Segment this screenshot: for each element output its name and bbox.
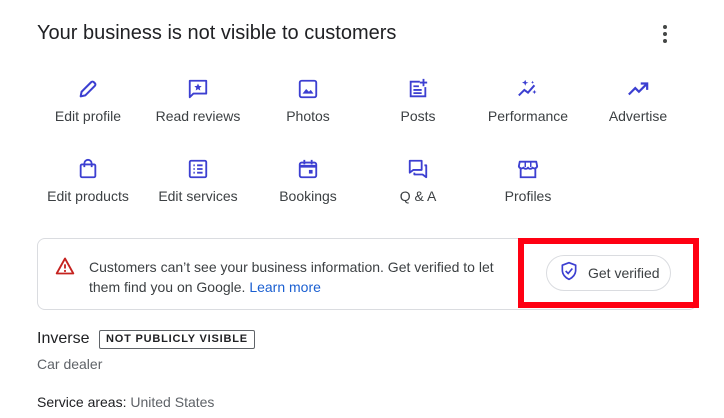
warning-triangle-icon — [55, 256, 75, 276]
chat-bubbles-icon — [406, 157, 430, 181]
action-label: Edit profile — [54, 108, 122, 124]
edit-products-button[interactable]: Edit products — [33, 157, 143, 204]
action-label: Posts — [400, 108, 436, 124]
post-add-icon — [406, 77, 430, 101]
bookings-button[interactable]: Bookings — [253, 157, 363, 204]
more-vert-icon[interactable] — [654, 22, 676, 46]
action-label: Edit products — [47, 188, 129, 204]
review-star-icon — [186, 77, 210, 101]
advertise-button[interactable]: Advertise — [583, 77, 693, 124]
edit-profile-button[interactable]: Edit profile — [33, 77, 143, 124]
posts-button[interactable]: Posts — [363, 77, 473, 124]
verified-shield-icon — [559, 261, 579, 286]
alert-message: Customers can’t see your business inform… — [89, 257, 519, 297]
calendar-icon — [296, 157, 320, 181]
action-label: Q & A — [399, 188, 437, 204]
action-label: Read reviews — [155, 108, 241, 124]
action-label: Performance — [487, 108, 569, 124]
profiles-button[interactable]: Profiles — [473, 157, 583, 204]
read-reviews-button[interactable]: Read reviews — [143, 77, 253, 124]
service-areas-label: Service areas: — [37, 394, 127, 410]
service-areas-value: United States — [130, 394, 215, 410]
business-name: Inverse — [37, 330, 90, 347]
action-label: Bookings — [279, 188, 337, 204]
get-verified-label: Get verified — [588, 265, 660, 281]
shopping-bag-icon — [76, 157, 100, 181]
status-badge: NOT PUBLICLY VISIBLE — [99, 330, 255, 349]
list-icon — [186, 157, 210, 181]
image-icon — [296, 77, 320, 101]
trending-up-icon — [626, 77, 650, 101]
business-category: Car dealer — [37, 356, 103, 372]
action-label: Advertise — [608, 108, 668, 124]
get-verified-button[interactable]: Get verified — [546, 255, 671, 291]
edit-services-button[interactable]: Edit services — [143, 157, 253, 204]
action-label: Profiles — [504, 188, 552, 204]
action-label: Photos — [286, 108, 330, 124]
action-label: Edit services — [158, 188, 238, 204]
photos-button[interactable]: Photos — [253, 77, 363, 124]
service-areas: Service areas: United States — [37, 394, 214, 410]
page-title: Your business is not visible to customer… — [37, 22, 397, 44]
learn-more-link[interactable]: Learn more — [249, 279, 321, 295]
storefront-icon — [516, 157, 540, 181]
q-and-a-button[interactable]: Q & A — [363, 157, 473, 204]
sparkle-trend-icon — [516, 77, 540, 101]
performance-button[interactable]: Performance — [473, 77, 583, 124]
pencil-icon — [76, 77, 100, 101]
